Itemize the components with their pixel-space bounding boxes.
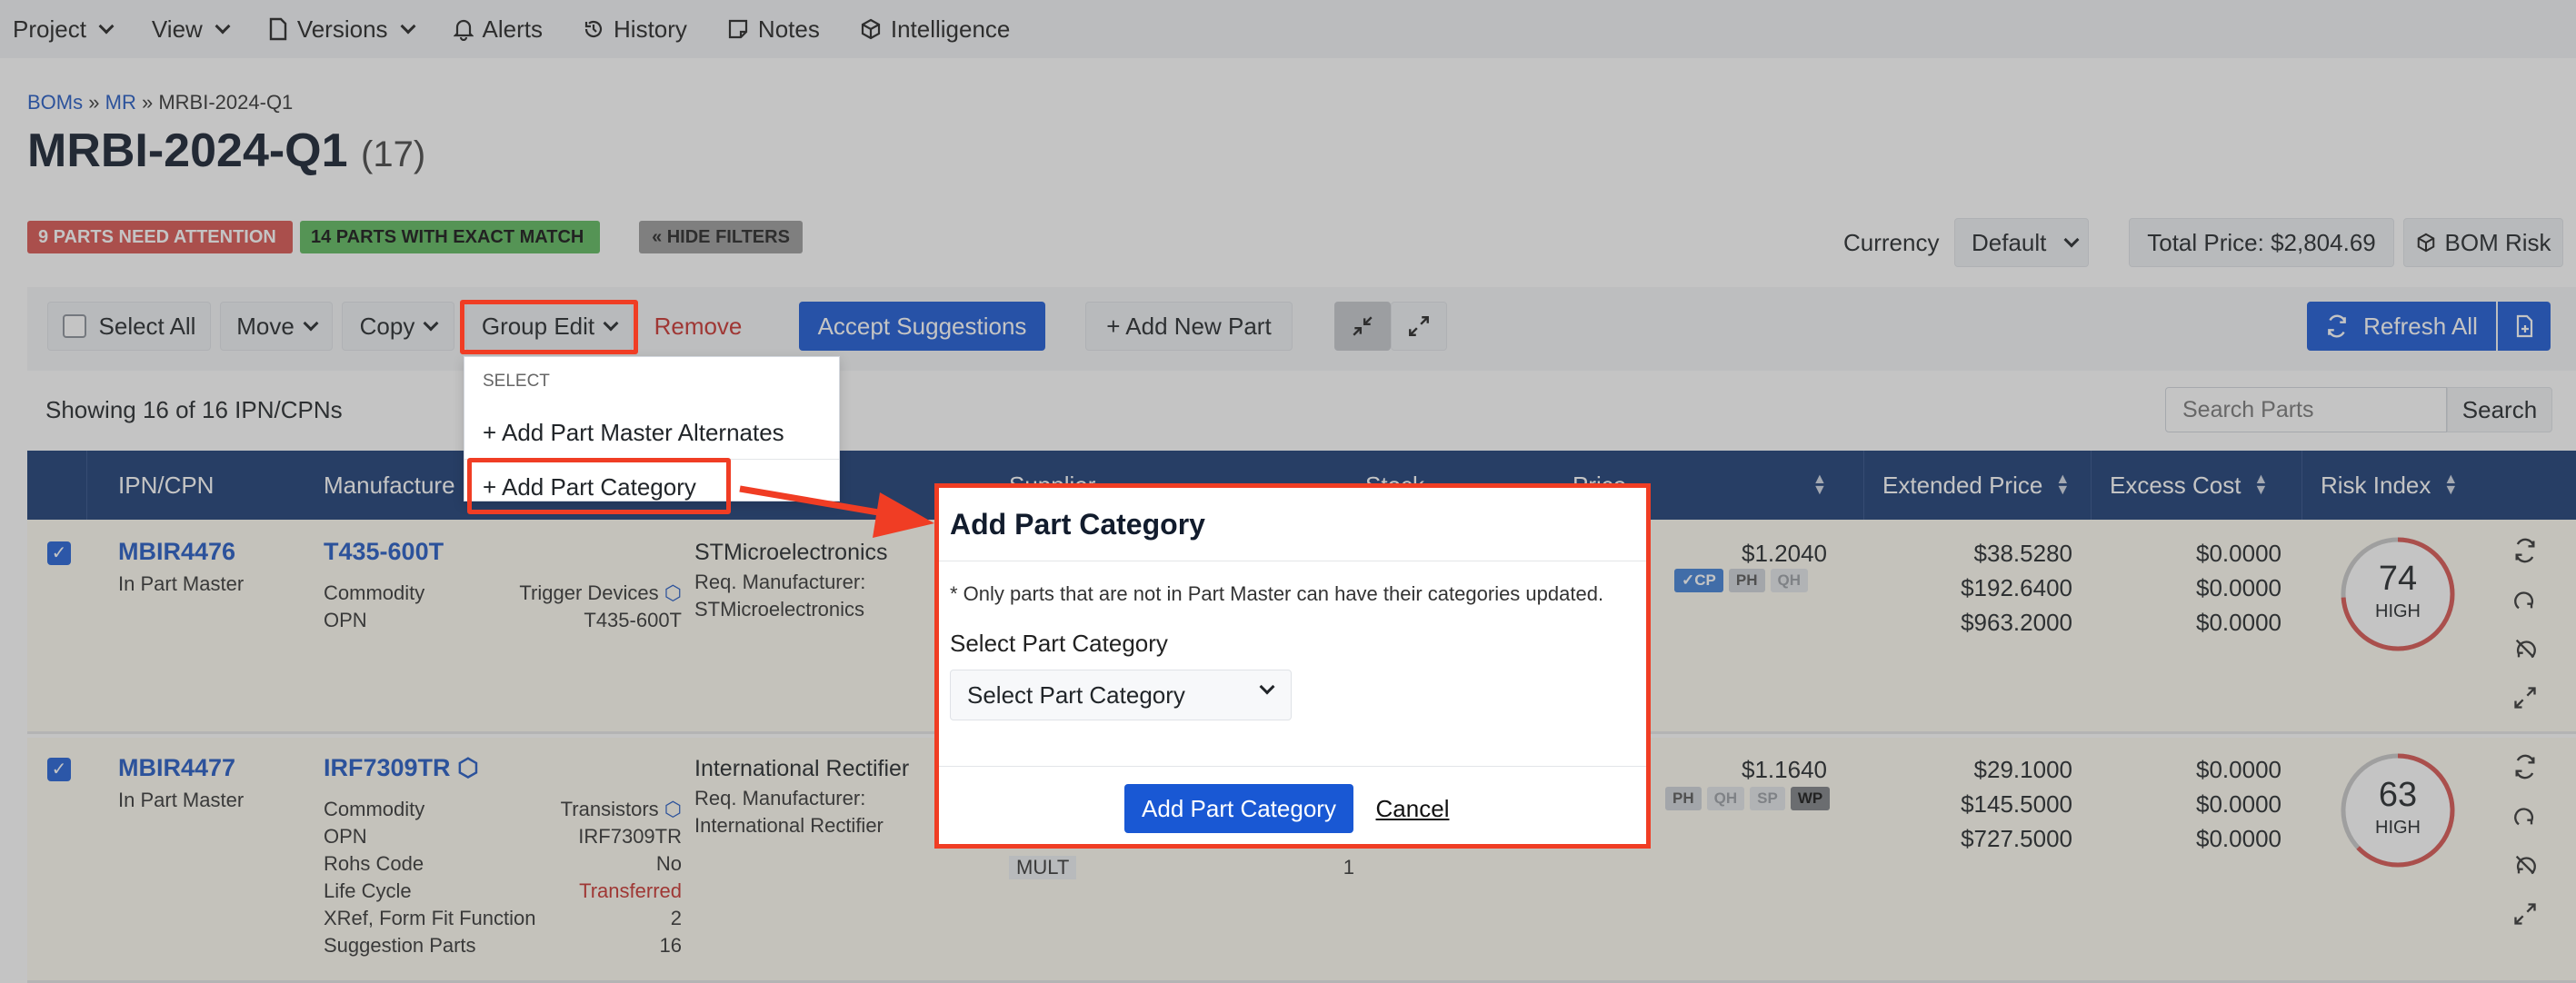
add-part-category-button[interactable]: Add Part Category [1124,784,1353,833]
cancel-label: Cancel [1375,794,1450,822]
add-part-category-label: Add Part Category [1142,794,1336,822]
menu-item-add-alternates[interactable]: + Add Part Master Alternates [483,419,784,447]
annotation-arrow [739,485,934,538]
cancel-button[interactable]: Cancel [1372,784,1453,833]
menu-header: SELECT [483,372,550,391]
part-category-select-value: Select Part Category [967,681,1185,709]
highlight-group-edit [460,300,638,354]
modal-footer-divider [939,766,1646,767]
highlight-add-category [467,458,731,514]
modal-title: Add Part Category [950,508,1205,541]
part-category-select[interactable]: Select Part Category [950,670,1292,720]
modal-note: * Only parts that are not in Part Master… [950,582,1604,605]
category-select-label: Select Part Category [950,630,1168,657]
add-part-category-modal: Add Part Category * Only parts that are … [934,483,1651,849]
chevron-down-icon [1259,679,1275,695]
